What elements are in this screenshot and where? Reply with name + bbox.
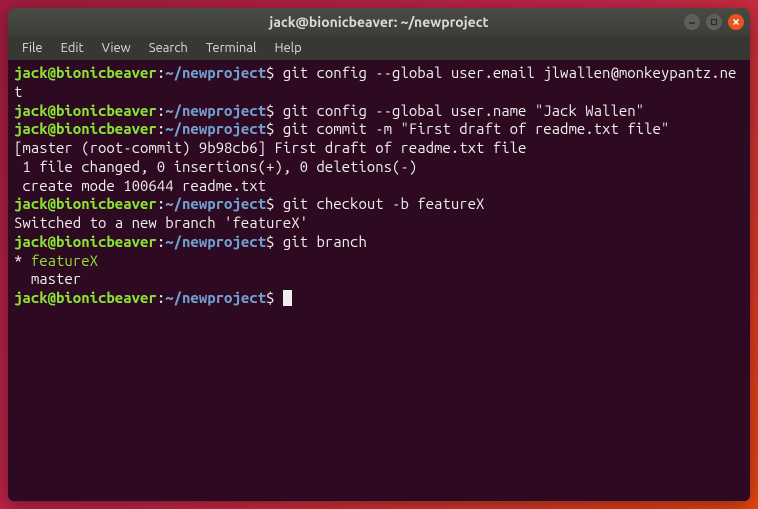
terminal-output: [master (root-commit) 9b98cb6] First dra… bbox=[14, 139, 744, 158]
terminal-output: master bbox=[14, 270, 744, 289]
terminal-line: jack@bionicbeaver:~/newproject$ git conf… bbox=[14, 64, 744, 102]
command-text bbox=[274, 289, 282, 306]
prompt-user: jack@bionicbeaver bbox=[14, 64, 157, 81]
menu-terminal[interactable]: Terminal bbox=[198, 39, 265, 57]
prompt-colon: : bbox=[157, 289, 165, 306]
prompt-user: jack@bionicbeaver bbox=[14, 120, 157, 137]
window-controls bbox=[684, 14, 744, 30]
cursor bbox=[283, 290, 292, 306]
prompt-user: jack@bionicbeaver bbox=[14, 289, 157, 306]
minimize-icon bbox=[688, 18, 696, 26]
menu-edit[interactable]: Edit bbox=[53, 39, 92, 57]
prompt-user: jack@bionicbeaver bbox=[14, 102, 157, 119]
terminal-line: jack@bionicbeaver:~/newproject$ git chec… bbox=[14, 195, 744, 214]
terminal-content[interactable]: jack@bionicbeaver:~/newproject$ git conf… bbox=[8, 60, 750, 501]
prompt-path: ~/newproject bbox=[165, 233, 266, 250]
branch-active-marker: * bbox=[14, 252, 31, 269]
titlebar: jack@bionicbeaver: ~/newproject bbox=[8, 8, 750, 36]
close-icon bbox=[732, 18, 740, 26]
prompt-colon: : bbox=[157, 64, 165, 81]
window-title: jack@bionicbeaver: ~/newproject bbox=[269, 14, 488, 30]
command-text: git config --global user.name "Jack Wall… bbox=[274, 102, 644, 119]
terminal-line: jack@bionicbeaver:~/newproject$ bbox=[14, 289, 744, 308]
prompt-user: jack@bionicbeaver bbox=[14, 233, 157, 250]
maximize-icon bbox=[710, 18, 718, 26]
command-text: git checkout -b featureX bbox=[274, 195, 484, 212]
terminal-line: jack@bionicbeaver:~/newproject$ git comm… bbox=[14, 120, 744, 139]
minimize-button[interactable] bbox=[684, 14, 700, 30]
prompt-user: jack@bionicbeaver bbox=[14, 195, 157, 212]
prompt-path: ~/newproject bbox=[165, 64, 266, 81]
prompt-path: ~/newproject bbox=[165, 102, 266, 119]
menu-file[interactable]: File bbox=[14, 39, 51, 57]
command-text: git branch bbox=[274, 233, 366, 250]
close-button[interactable] bbox=[728, 14, 744, 30]
terminal-output: create mode 100644 readme.txt bbox=[14, 177, 744, 196]
prompt-path: ~/newproject bbox=[165, 289, 266, 306]
terminal-output: 1 file changed, 0 insertions(+), 0 delet… bbox=[14, 158, 744, 177]
terminal-line: jack@bionicbeaver:~/newproject$ git conf… bbox=[14, 102, 744, 121]
prompt-colon: : bbox=[157, 102, 165, 119]
command-text: git commit -m "First draft of readme.txt… bbox=[274, 120, 669, 137]
terminal-output: Switched to a new branch 'featureX' bbox=[14, 214, 744, 233]
prompt-colon: : bbox=[157, 120, 165, 137]
terminal-output: * featureX bbox=[14, 252, 744, 271]
prompt-path: ~/newproject bbox=[165, 195, 266, 212]
prompt-path: ~/newproject bbox=[165, 120, 266, 137]
menubar: File Edit View Search Terminal Help bbox=[8, 36, 750, 60]
terminal-line: jack@bionicbeaver:~/newproject$ git bran… bbox=[14, 233, 744, 252]
menu-view[interactable]: View bbox=[94, 39, 139, 57]
menu-search[interactable]: Search bbox=[141, 39, 196, 57]
terminal-window: jack@bionicbeaver: ~/newproject File Edi… bbox=[8, 8, 750, 501]
maximize-button[interactable] bbox=[706, 14, 722, 30]
prompt-colon: : bbox=[157, 233, 165, 250]
branch-active-name: featureX bbox=[31, 252, 98, 269]
prompt-colon: : bbox=[157, 195, 165, 212]
menu-help[interactable]: Help bbox=[266, 39, 309, 57]
